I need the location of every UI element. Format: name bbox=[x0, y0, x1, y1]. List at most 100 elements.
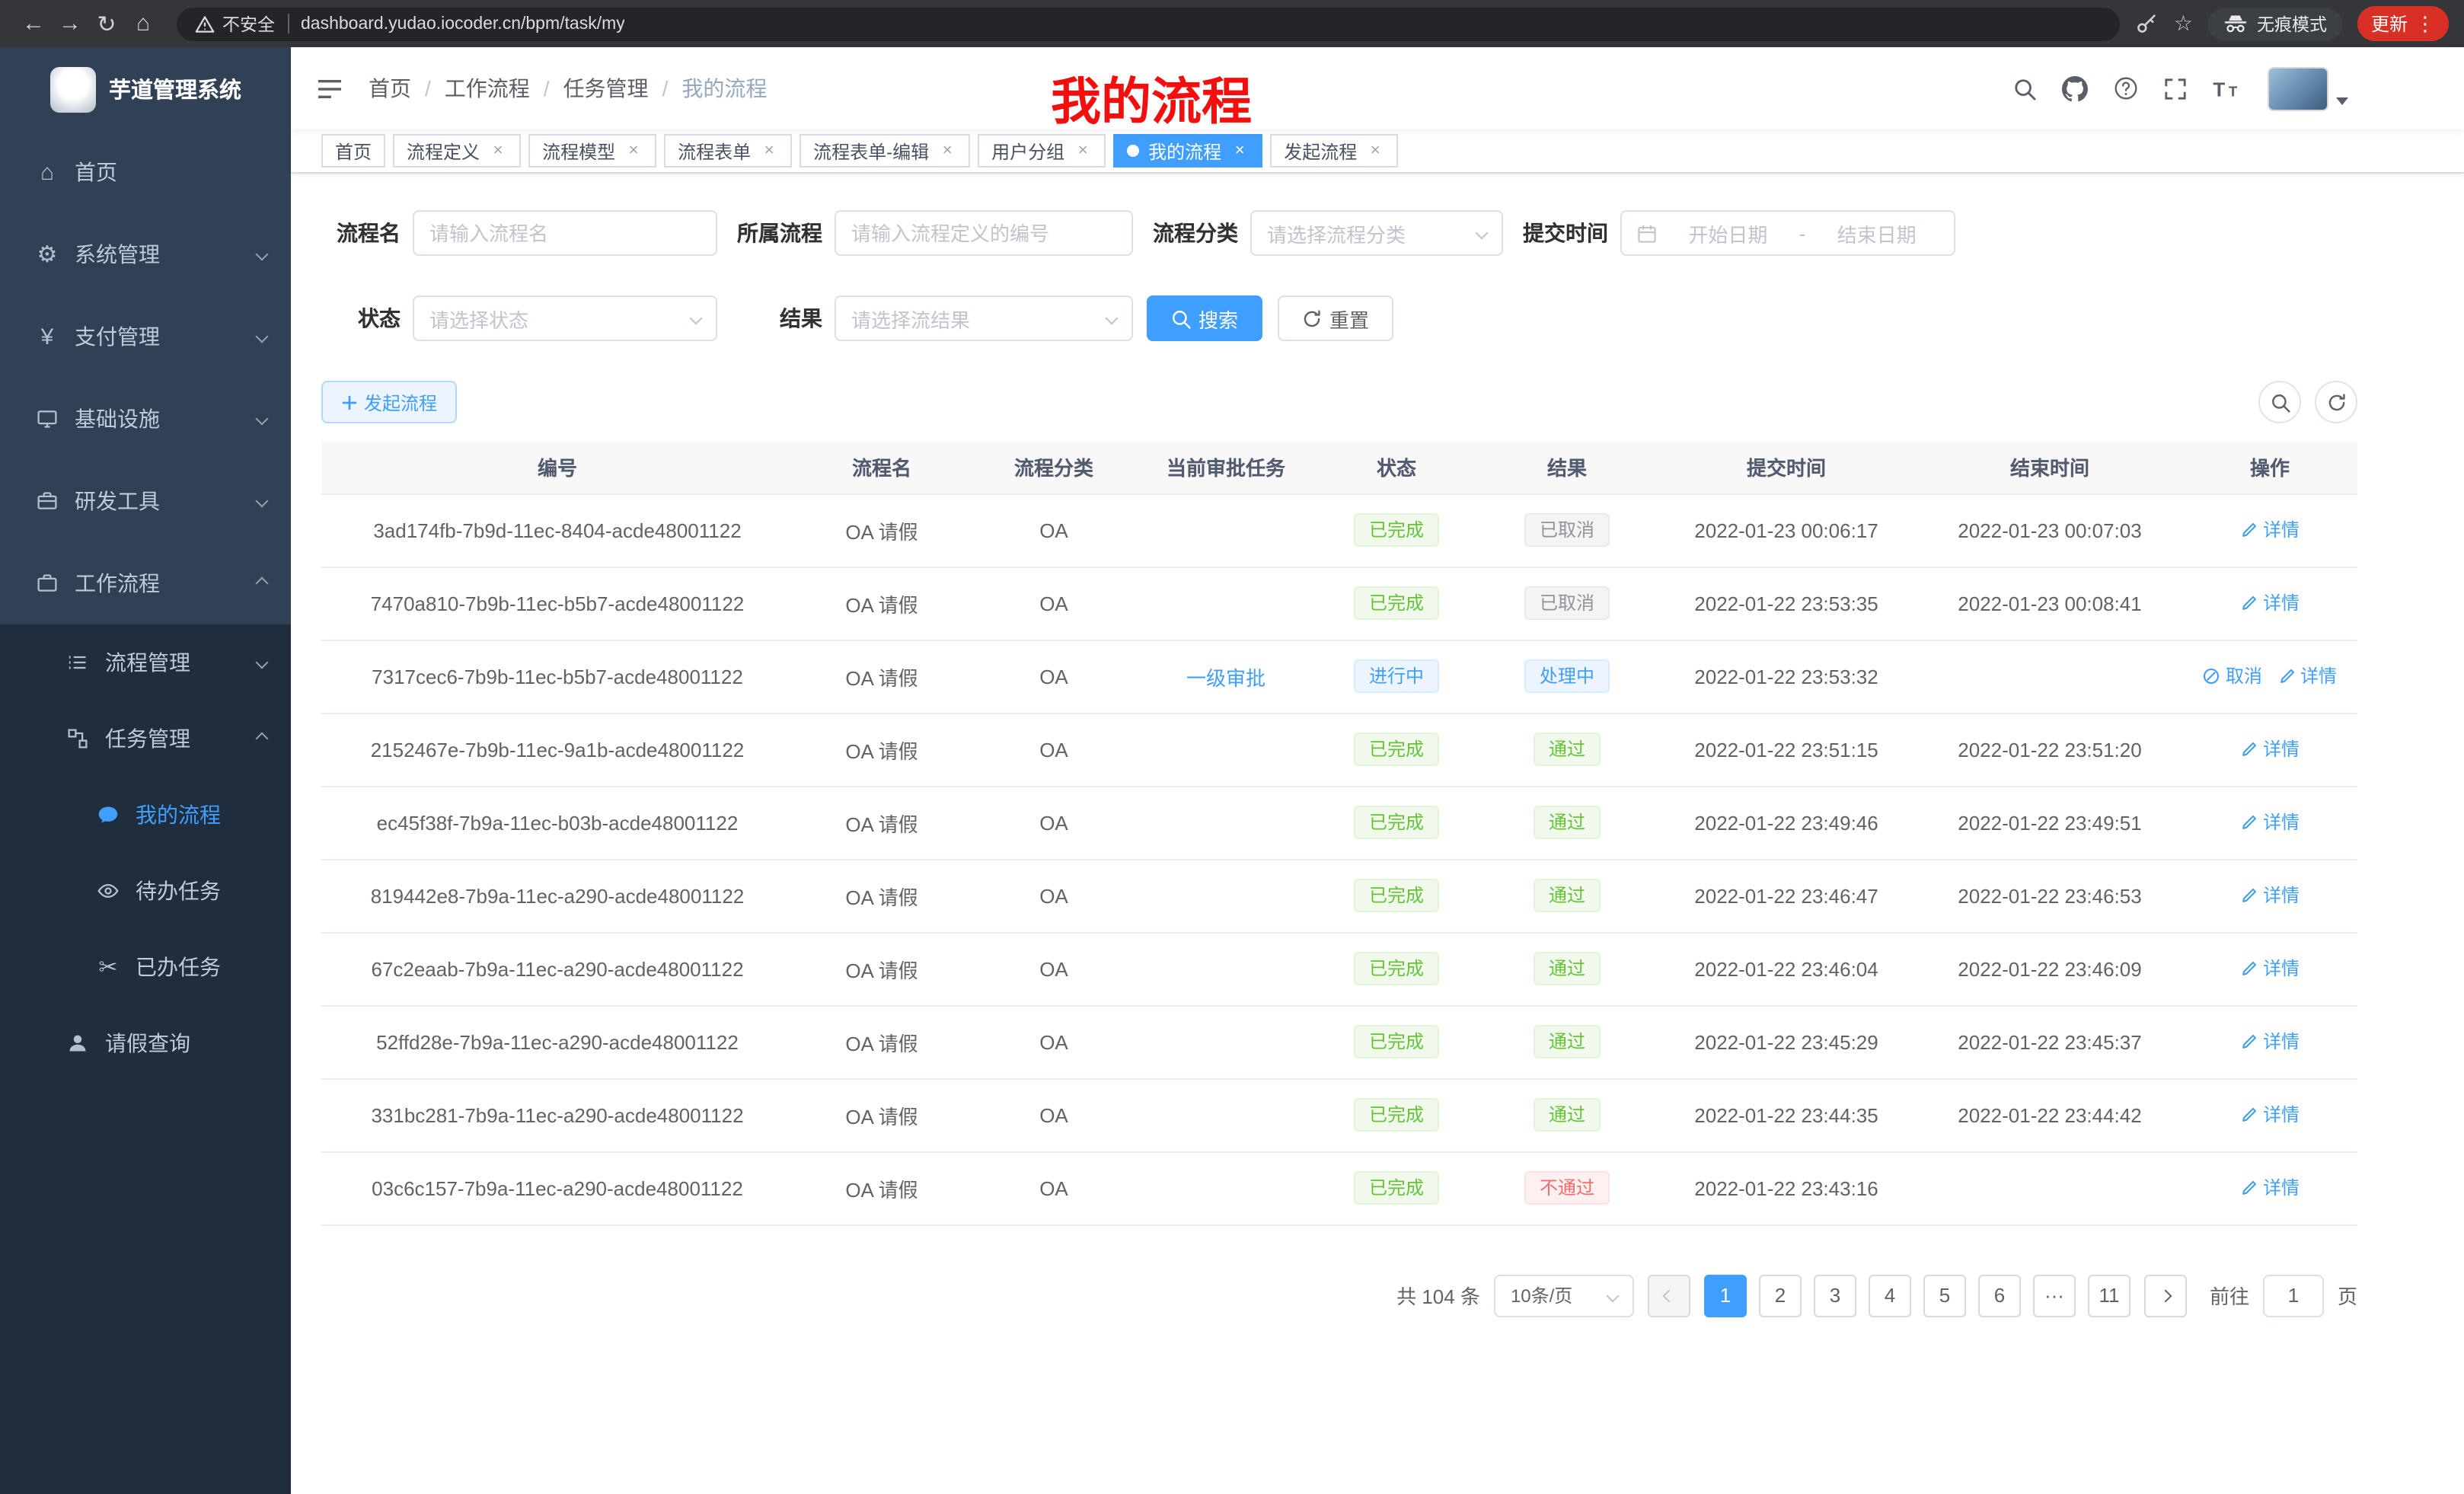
status-select[interactable]: 请选择状态 bbox=[413, 295, 717, 341]
app-logo[interactable]: 芋道管理系统 bbox=[0, 47, 291, 131]
cell-category: OA bbox=[970, 859, 1138, 932]
sidebar-item-my-process[interactable]: 我的流程 bbox=[0, 777, 291, 853]
tab-process-form-edit[interactable]: 流程表单-编辑× bbox=[800, 134, 970, 168]
page-button-2[interactable]: 2 bbox=[1759, 1274, 1802, 1317]
initiate-process-button[interactable]: 发起流程 bbox=[321, 381, 457, 423]
current-task-link[interactable]: 一级审批 bbox=[1186, 666, 1266, 689]
github-icon[interactable] bbox=[2062, 75, 2088, 101]
update-button[interactable]: 更新 ⋮ bbox=[2357, 6, 2449, 41]
detail-link[interactable]: 详情 bbox=[2240, 1029, 2300, 1055]
detail-link[interactable]: 详情 bbox=[2240, 736, 2300, 762]
sidebar-item-todo-task[interactable]: 待办任务 bbox=[0, 853, 291, 929]
prev-page-button[interactable] bbox=[1648, 1274, 1690, 1317]
edit-icon bbox=[2277, 667, 2296, 685]
breadcrumb-item[interactable]: 工作流程 bbox=[445, 73, 530, 104]
tab-process-model[interactable]: 流程模型× bbox=[528, 134, 656, 168]
sidebar-item-task-management[interactable]: 任务管理 bbox=[0, 701, 291, 777]
close-icon[interactable]: × bbox=[624, 142, 643, 160]
cell-category: OA bbox=[970, 786, 1138, 859]
sidebar-item-process-management[interactable]: 流程管理 bbox=[0, 624, 291, 701]
cell-result: 已取消 bbox=[1479, 493, 1655, 567]
close-icon[interactable]: × bbox=[1366, 142, 1384, 160]
detail-link[interactable]: 详情 bbox=[2240, 956, 2300, 982]
show-search-button[interactable] bbox=[2258, 381, 2301, 423]
cell-actions: 详情 bbox=[2182, 859, 2357, 932]
detail-link[interactable]: 详情 bbox=[2240, 1102, 2300, 1128]
process-name-input[interactable] bbox=[413, 210, 717, 256]
breadcrumb-item[interactable]: 任务管理 bbox=[563, 73, 649, 104]
close-icon[interactable]: × bbox=[1230, 142, 1249, 160]
tab-process-form[interactable]: 流程表单× bbox=[664, 134, 792, 168]
more-pages-button[interactable]: ··· bbox=[2033, 1274, 2076, 1317]
reload-icon[interactable]: ↻ bbox=[88, 10, 125, 37]
detail-link[interactable]: 详情 bbox=[2240, 1175, 2300, 1201]
refresh-table-button[interactable] bbox=[2315, 381, 2357, 423]
sidebar-item-home[interactable]: ⌂首页 bbox=[0, 131, 291, 213]
cell-submit-time: 2022-01-22 23:46:47 bbox=[1655, 859, 1917, 932]
submit-time-range[interactable]: 开始日期 - 结束日期 bbox=[1620, 210, 1955, 256]
table-toolbar: 发起流程 bbox=[321, 381, 2357, 423]
process-definition-input[interactable] bbox=[835, 210, 1133, 256]
detail-link[interactable]: 详情 bbox=[2277, 663, 2337, 689]
result-tag: 已取消 bbox=[1524, 586, 1610, 620]
key-icon[interactable] bbox=[2136, 12, 2159, 35]
forward-icon[interactable]: → bbox=[52, 11, 88, 37]
fullscreen-icon[interactable] bbox=[2164, 77, 2187, 100]
cancel-link[interactable]: 取消 bbox=[2203, 663, 2262, 689]
close-icon[interactable]: × bbox=[1074, 142, 1092, 160]
user-menu[interactable] bbox=[2268, 66, 2348, 110]
process-definition-label: 所属流程 bbox=[731, 218, 822, 248]
tab-initiate-process[interactable]: 发起流程× bbox=[1270, 134, 1398, 168]
sidebar-item-infrastructure[interactable]: 基础设施 bbox=[0, 378, 291, 460]
reset-button[interactable]: 重置 bbox=[1278, 295, 1393, 341]
page-button-3[interactable]: 3 bbox=[1814, 1274, 1856, 1317]
sidebar-item-workflow[interactable]: 工作流程 bbox=[0, 542, 291, 624]
sidebar-item-done-task[interactable]: ✂已办任务 bbox=[0, 929, 291, 1005]
page-button-6[interactable]: 6 bbox=[1978, 1274, 2021, 1317]
close-icon[interactable]: × bbox=[760, 142, 778, 160]
search-button[interactable]: 搜索 bbox=[1147, 295, 1262, 341]
fontsize-icon[interactable]: TT bbox=[2213, 78, 2242, 99]
avatar[interactable] bbox=[2268, 66, 2328, 110]
category-select[interactable]: 请选择流程分类 bbox=[1250, 210, 1503, 256]
tab-user-group[interactable]: 用户分组× bbox=[978, 134, 1106, 168]
status-tag: 已完成 bbox=[1354, 1098, 1439, 1132]
detail-link[interactable]: 详情 bbox=[2240, 883, 2300, 908]
address-bar[interactable]: 不安全 dashboard.yudao.iocoder.cn/bpm/task/… bbox=[177, 7, 2121, 40]
hamburger-icon[interactable] bbox=[317, 77, 343, 100]
menu-item-label: 基础设施 bbox=[75, 404, 160, 434]
home-icon[interactable]: ⌂ bbox=[125, 11, 161, 37]
page-button-5[interactable]: 5 bbox=[1923, 1274, 1966, 1317]
tab-home[interactable]: 首页 bbox=[321, 134, 385, 168]
back-icon[interactable]: ← bbox=[15, 11, 52, 37]
sidebar-item-payment-management[interactable]: ¥支付管理 bbox=[0, 295, 291, 378]
detail-link[interactable]: 详情 bbox=[2240, 809, 2300, 835]
search-icon[interactable] bbox=[2013, 77, 2036, 100]
page-button-4[interactable]: 4 bbox=[1869, 1274, 1911, 1317]
column-header: 结束时间 bbox=[1917, 442, 2182, 493]
close-icon[interactable]: × bbox=[938, 142, 956, 160]
tab-process-definition[interactable]: 流程定义× bbox=[393, 134, 521, 168]
page-button-11[interactable]: 11 bbox=[2088, 1274, 2130, 1317]
next-page-button[interactable] bbox=[2144, 1274, 2187, 1317]
incognito-badge: 无痕模式 bbox=[2208, 7, 2342, 40]
sidebar-item-leave-query[interactable]: 请假查询 bbox=[0, 1005, 291, 1081]
result-select[interactable]: 请选择流结果 bbox=[835, 295, 1133, 341]
goto-label: 前往 bbox=[2210, 1281, 2249, 1310]
page-size-select[interactable]: 10条/页 bbox=[1494, 1274, 1634, 1317]
bookmark-star-icon[interactable]: ☆ bbox=[2174, 11, 2193, 37]
category-label: 流程分类 bbox=[1147, 218, 1238, 248]
menu-dots-icon[interactable]: ⋮ bbox=[2415, 11, 2435, 36]
cell-process-name: OA 请假 bbox=[793, 1078, 970, 1151]
close-icon[interactable]: × bbox=[489, 142, 507, 160]
question-icon[interactable] bbox=[2114, 76, 2138, 101]
breadcrumb-item[interactable]: 首页 bbox=[369, 73, 411, 104]
goto-page-input[interactable] bbox=[2263, 1274, 2324, 1317]
detail-link[interactable]: 详情 bbox=[2240, 517, 2300, 543]
sidebar-item-system-management[interactable]: ⚙系统管理 bbox=[0, 213, 291, 295]
sidebar-item-dev-tools[interactable]: 研发工具 bbox=[0, 460, 291, 542]
page-button-1[interactable]: 1 bbox=[1704, 1274, 1747, 1317]
menu-item-label: 流程管理 bbox=[105, 647, 190, 678]
tab-my-process[interactable]: 我的流程× bbox=[1113, 134, 1262, 168]
detail-link[interactable]: 详情 bbox=[2240, 590, 2300, 616]
